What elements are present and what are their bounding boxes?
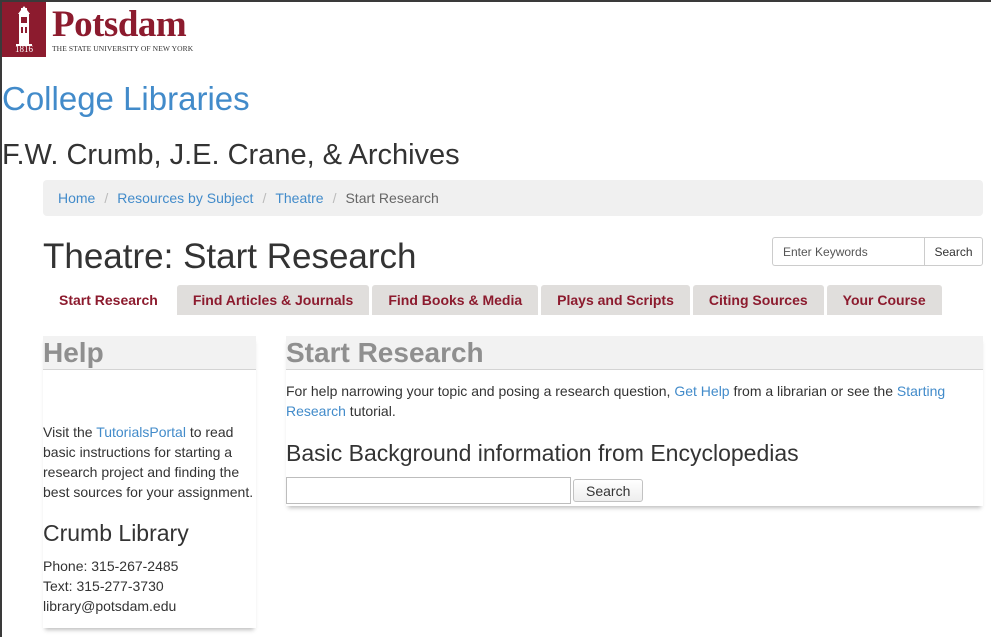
start-research-heading: Start Research	[286, 336, 983, 370]
logo-wordmark: Potsdam	[52, 4, 187, 45]
tab-your-course[interactable]: Your Course	[826, 285, 942, 315]
library-phone: Phone: 315-267-2485	[43, 558, 179, 574]
breadcrumb-theatre[interactable]: Theatre	[275, 190, 323, 206]
help-text-before: Visit the	[43, 424, 97, 440]
logo-subtitle: THE STATE UNIVERSITY OF NEW YORK	[52, 44, 194, 53]
logo-year: 1816	[15, 44, 33, 54]
get-help-link[interactable]: Get Help	[674, 383, 729, 399]
library-text-number: Text: 315-277-3730	[43, 578, 164, 594]
tutorials-portal-link[interactable]: TutorialsPortal	[96, 424, 186, 440]
crumb-library-title: Crumb Library	[43, 520, 189, 546]
tab-start-research[interactable]: Start Research	[43, 285, 174, 315]
search-button[interactable]: Search	[924, 237, 983, 266]
breadcrumb-separator: /	[332, 190, 337, 206]
encyclopedia-search-input[interactable]	[286, 477, 571, 504]
encyclopedia-search-button[interactable]: Search	[573, 479, 644, 502]
breadcrumb-separator: /	[262, 190, 267, 206]
start-research-panel: Start Research For help narrowing your t…	[286, 336, 983, 506]
breadcrumb: Home / Resources by Subject / Theatre / …	[43, 180, 983, 216]
breadcrumb-separator: /	[104, 190, 109, 206]
help-heading: Help	[43, 336, 256, 370]
intro-text-after: tutorial.	[345, 403, 396, 419]
help-panel: Help Visit the TutorialsPortal to read b…	[43, 336, 256, 628]
tab-find-books-media[interactable]: Find Books & Media	[372, 285, 539, 315]
encyclopedia-search-form: Search	[286, 477, 644, 504]
tab-plays-and-scripts[interactable]: Plays and Scripts	[541, 285, 690, 315]
tab-find-articles-journals[interactable]: Find Articles & Journals	[176, 285, 370, 315]
site-title[interactable]: College Libraries	[2, 80, 250, 118]
page-title: Theatre: Start Research	[43, 237, 417, 276]
start-research-intro: For help narrowing your topic and posing…	[286, 381, 983, 421]
tab-citing-sources[interactable]: Citing Sources	[692, 285, 824, 315]
guide-tabs: Start Research Find Articles & Journals …	[43, 285, 945, 315]
top-border	[0, 0, 991, 2]
encyclopedia-title: Basic Background information from Encycl…	[286, 440, 799, 466]
library-email[interactable]: library@potsdam.edu	[43, 598, 176, 614]
breadcrumb-resources-by-subject[interactable]: Resources by Subject	[117, 190, 253, 206]
breadcrumb-home[interactable]: Home	[58, 190, 95, 206]
guide-search: Search	[772, 237, 983, 266]
library-contact: Phone: 315-267-2485 Text: 315-277-3730 l…	[43, 556, 178, 616]
intro-text-middle: from a librarian or see the	[729, 383, 897, 399]
search-input[interactable]	[772, 237, 924, 266]
breadcrumb-current: Start Research	[345, 190, 439, 206]
help-text: Visit the TutorialsPortal to read basic …	[43, 422, 256, 502]
clock-tower-emblem-icon: 1816	[2, 2, 46, 57]
branch-title: F.W. Crumb, J.E. Crane, & Archives	[2, 139, 460, 171]
intro-text-before: For help narrowing your topic and posing…	[286, 383, 675, 399]
